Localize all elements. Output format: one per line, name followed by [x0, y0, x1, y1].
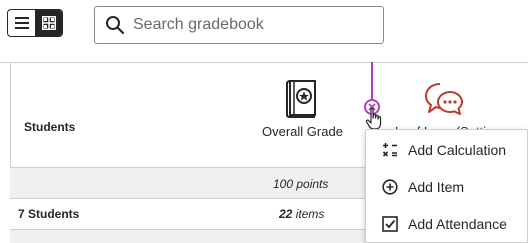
- overall-grade-column-header[interactable]: Overall Grade: [262, 124, 343, 139]
- view-toggle: [7, 9, 63, 37]
- list-view-icon: [14, 17, 29, 29]
- hand-cursor-icon: [365, 107, 382, 130]
- search-icon: [106, 16, 125, 35]
- item-count-suffix: items: [292, 207, 325, 221]
- students-column-header[interactable]: Students: [24, 120, 75, 134]
- menu-item-add-calculation[interactable]: Add Calculation: [366, 132, 527, 168]
- item-count-number: 22: [279, 207, 293, 221]
- student-count-number: 7: [18, 207, 25, 221]
- discussion-icon: [425, 83, 463, 115]
- menu-item-add-attendance[interactable]: Add Attendance: [366, 206, 527, 242]
- menu-item-label: Add Item: [408, 179, 465, 195]
- grid-view-icon: [41, 16, 56, 30]
- add-column-menu: Add Calculation Add Item Add Attendance: [365, 129, 528, 243]
- menu-item-add-item[interactable]: Add Item: [366, 169, 527, 205]
- student-row: [10, 230, 365, 243]
- search-input[interactable]: [133, 16, 373, 34]
- list-view-button[interactable]: [8, 10, 35, 36]
- grade-book-icon: [286, 80, 316, 118]
- grid-view-button[interactable]: [35, 10, 62, 36]
- menu-item-label: Add Calculation: [408, 142, 507, 158]
- overall-grade-points: 100 points: [273, 177, 329, 191]
- attendance-checkbox-icon: [382, 216, 398, 232]
- search-box: [94, 6, 384, 44]
- overall-grade-item-count: 22 items: [279, 207, 324, 221]
- menu-item-label: Add Attendance: [408, 216, 507, 232]
- insert-column-line: [371, 62, 373, 100]
- student-count-suffix: Students: [24, 207, 80, 221]
- grid-top-border: [0, 62, 528, 63]
- calculation-icon: [382, 142, 398, 158]
- add-circle-icon: [382, 179, 398, 195]
- student-count: 7 Students: [18, 207, 79, 221]
